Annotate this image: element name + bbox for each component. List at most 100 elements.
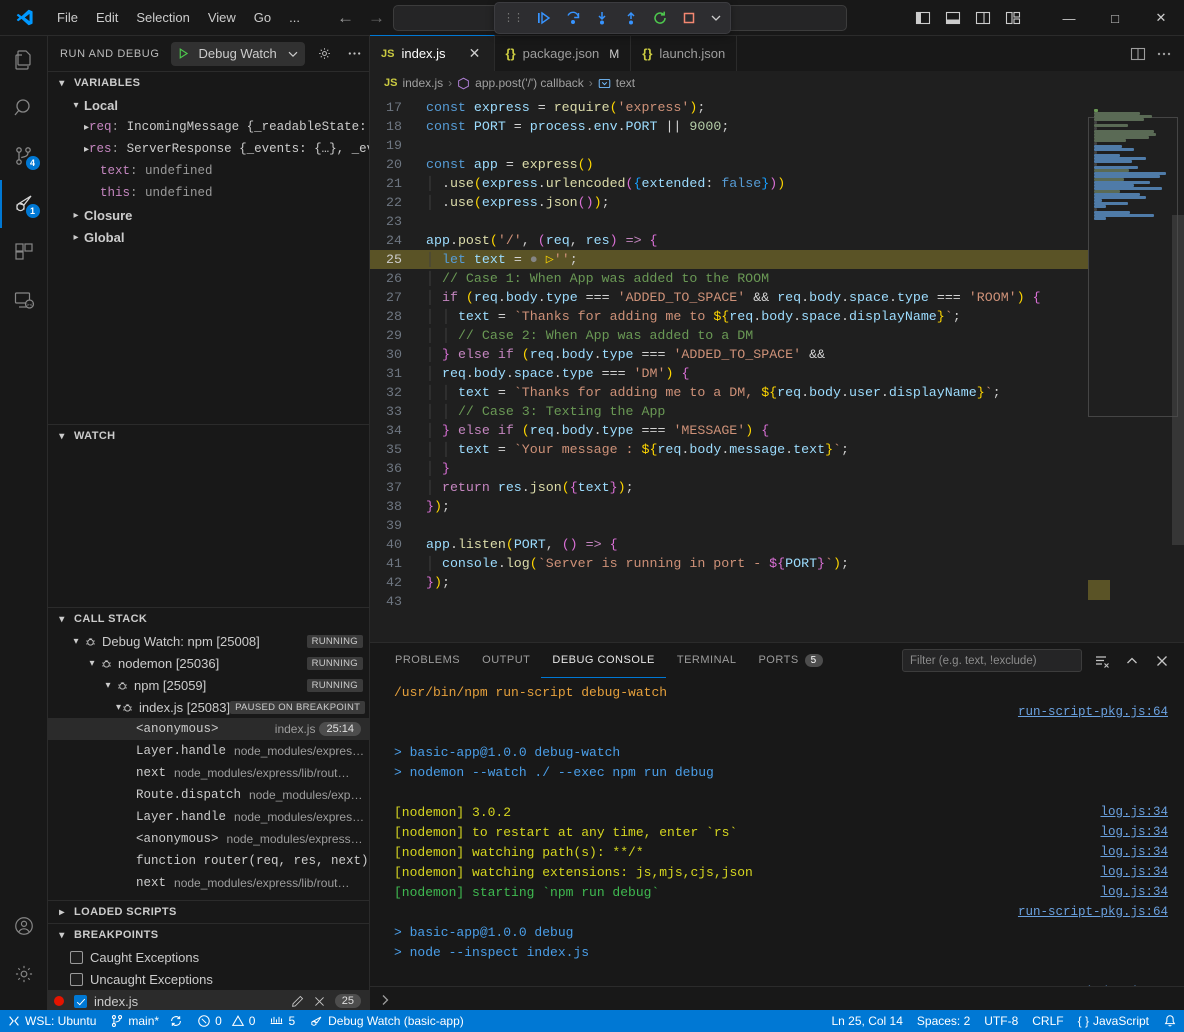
code-line[interactable]: 37│ return res.json({text});: [370, 478, 1088, 497]
call-stack-frame[interactable]: Route.dispatch node_modules/exp…: [48, 784, 369, 806]
tab-problems[interactable]: PROBLEMS: [384, 643, 471, 678]
call-stack-frame[interactable]: <anonymous> index.js 25:14: [48, 718, 369, 740]
console-source-link[interactable]: log.js:34: [1100, 845, 1168, 859]
step-into-button[interactable]: [594, 10, 610, 26]
call-stack-header[interactable]: ▾ CALL STACK: [48, 608, 369, 630]
close-icon[interactable]: [1152, 651, 1172, 671]
code-line[interactable]: 22│ .use(express.json());: [370, 193, 1088, 212]
step-over-button[interactable]: [565, 10, 581, 26]
code-line[interactable]: 39: [370, 516, 1088, 535]
chevron-down-icon[interactable]: ▾: [84, 658, 100, 669]
code-line[interactable]: 20const app = express(): [370, 155, 1088, 174]
clear-console-icon[interactable]: [1092, 651, 1112, 671]
variables-header[interactable]: ▾ VARIABLES: [48, 72, 369, 94]
watch-tree[interactable]: [48, 447, 369, 607]
code-editor[interactable]: 17const express = require('express'); 18…: [370, 95, 1184, 642]
menu-bar[interactable]: File Edit Selection View Go ...: [48, 6, 309, 29]
chevron-right-icon[interactable]: ▸: [68, 210, 84, 221]
call-stack-session[interactable]: ▾ index.js [25083] PAUSED ON BREAKPOINT: [48, 696, 369, 718]
debug-console-input[interactable]: [370, 986, 1184, 1012]
debug-toolbar[interactable]: ⋮⋮: [494, 2, 731, 34]
call-stack-frame[interactable]: Layer.handle node_modules/expres…: [48, 806, 369, 828]
ellipsis-icon[interactable]: [1156, 46, 1172, 62]
breakpoint-checkbox[interactable]: [74, 995, 87, 1008]
code-lines[interactable]: 17const express = require('express'); 18…: [370, 95, 1088, 642]
restart-button[interactable]: [652, 10, 668, 26]
loaded-scripts-header[interactable]: ▸ LOADED SCRIPTS: [48, 901, 369, 923]
console-source-link[interactable]: log.js:34: [1100, 865, 1168, 879]
tab-package-json[interactable]: {} package.json M: [495, 36, 632, 71]
chevron-up-icon[interactable]: [1122, 651, 1142, 671]
breakpoint-row[interactable]: index.js 25: [48, 990, 369, 1012]
call-stack-frame[interactable]: next node_modules/express/lib/rout…: [48, 762, 369, 784]
minimap[interactable]: [1088, 95, 1184, 642]
chevron-down-icon[interactable]: ▾: [68, 636, 84, 647]
code-line[interactable]: 41│ console.log(`Server is running in po…: [370, 554, 1088, 573]
tab-launch-json[interactable]: {} launch.json: [631, 36, 737, 71]
status-notifications[interactable]: [1156, 1010, 1184, 1032]
breadcrumb[interactable]: JSindex.js › app.post('/') callback › te…: [370, 71, 1184, 95]
breakpoint-checkbox[interactable]: [70, 951, 83, 964]
variable-row[interactable]: this: undefined: [48, 182, 369, 204]
code-line[interactable]: 35│ │ text = `Your message : ${req.body.…: [370, 440, 1088, 459]
breakpoint-row[interactable]: Caught Exceptions: [48, 946, 369, 968]
code-line[interactable]: 33│ │ // Case 3: Texting the App: [370, 402, 1088, 421]
menu-file[interactable]: File: [48, 6, 87, 29]
breakpoint-row[interactable]: Uncaught Exceptions: [48, 968, 369, 990]
remove-breakpoint-icon[interactable]: [313, 995, 326, 1008]
menu-go[interactable]: Go: [245, 6, 280, 29]
status-indentation[interactable]: Spaces: 2: [910, 1010, 977, 1032]
console-source-link[interactable]: run-script-pkg.js:64: [1018, 905, 1168, 919]
call-stack-session[interactable]: ▾ nodemon [25036] RUNNING: [48, 652, 369, 674]
status-branch-indicator[interactable]: main*: [103, 1010, 190, 1032]
breakpoint-checkbox[interactable]: [70, 973, 83, 986]
code-line[interactable]: 29│ │ // Case 2: When App was added to a…: [370, 326, 1088, 345]
tab-index-js[interactable]: JS index.js ✕: [370, 35, 495, 71]
customize-layout-icon[interactable]: [1002, 7, 1024, 29]
editor-scrollbar[interactable]: [1172, 215, 1184, 545]
call-stack-tree[interactable]: ▾ Debug Watch: npm [25008] RUNNING ▾ nod…: [48, 630, 369, 894]
status-debug-session-indicator[interactable]: Debug Watch (basic-app): [302, 1010, 471, 1032]
code-line[interactable]: 30│ } else if (req.body.type === 'ADDED_…: [370, 345, 1088, 364]
code-line[interactable]: 43: [370, 592, 1088, 611]
status-cursor-position[interactable]: Ln 25, Col 14: [825, 1010, 910, 1032]
code-line[interactable]: 34│ } else if (req.body.type === 'MESSAG…: [370, 421, 1088, 440]
code-line[interactable]: 17const express = require('express');: [370, 98, 1088, 117]
window-maximize-button[interactable]: □: [1092, 0, 1138, 36]
toggle-panel-icon[interactable]: [942, 7, 964, 29]
sidebar-item-remote-explorer[interactable]: ><: [0, 276, 48, 324]
gear-icon[interactable]: [0, 950, 48, 998]
console-source-link[interactable]: index.js:41: [1085, 985, 1168, 986]
watch-header[interactable]: ▾ WATCH: [48, 425, 369, 447]
console-filter-input[interactable]: Filter (e.g. text, !exclude): [902, 649, 1082, 672]
open-launch-json-button[interactable]: [313, 43, 335, 65]
sidebar-item-source-control[interactable]: 4: [0, 132, 48, 180]
status-eol[interactable]: CRLF: [1025, 1010, 1070, 1032]
chevron-down-icon[interactable]: [710, 12, 722, 24]
code-line[interactable]: 32│ │ text = `Thanks for adding me to a …: [370, 383, 1088, 402]
accounts-button[interactable]: [0, 902, 48, 950]
variable-scope-global[interactable]: ▸ Global: [48, 226, 369, 248]
call-stack-frame[interactable]: <anonymous> node_modules/express…: [48, 828, 369, 850]
status-remote-indicator[interactable]: WSL: Ubuntu: [0, 1010, 103, 1032]
code-line[interactable]: 38});: [370, 497, 1088, 516]
sidebar-item-extensions[interactable]: [0, 228, 48, 276]
breadcrumb-file[interactable]: index.js: [402, 76, 443, 90]
call-stack-session[interactable]: ▾ npm [25059] RUNNING: [48, 674, 369, 696]
variable-row[interactable]: ▸ res: ServerResponse {_events: {…}, _ev…: [48, 138, 369, 160]
debug-configuration-select[interactable]: Debug Watch: [171, 42, 305, 66]
variable-row[interactable]: text: undefined: [48, 160, 369, 182]
tab-debug-console[interactable]: DEBUG CONSOLE: [541, 643, 665, 678]
code-line[interactable]: 27│ if (req.body.type === 'ADDED_TO_SPAC…: [370, 288, 1088, 307]
code-line[interactable]: 36│ }: [370, 459, 1088, 478]
window-close-button[interactable]: ✕: [1138, 0, 1184, 36]
sidebar-more-actions[interactable]: [343, 43, 365, 65]
chevron-right-icon[interactable]: ▸: [68, 232, 84, 243]
status-ports-indicator[interactable]: 5: [262, 1010, 302, 1032]
code-line[interactable]: 42});: [370, 573, 1088, 592]
code-line[interactable]: 26│ // Case 1: When App was added to the…: [370, 269, 1088, 288]
sidebar-item-search[interactable]: [0, 84, 48, 132]
console-source-link[interactable]: run-script-pkg.js:64: [1018, 705, 1168, 719]
edit-breakpoint-icon[interactable]: [291, 995, 304, 1008]
code-line[interactable]: 21│ .use(express.urlencoded({extended: f…: [370, 174, 1088, 193]
